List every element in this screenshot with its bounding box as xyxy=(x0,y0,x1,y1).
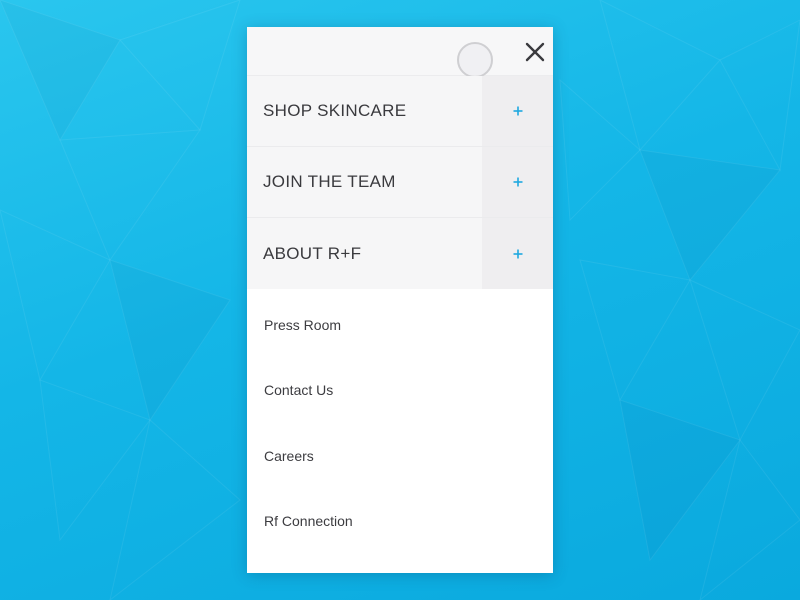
menu-item-join-the-team[interactable]: JOIN THE TEAM xyxy=(247,147,553,218)
menu-item-label: ABOUT R+F xyxy=(263,243,362,263)
menu-item-label: SHOP SKINCARE xyxy=(263,101,407,120)
menu-item-about-rf[interactable]: ABOUT R+F xyxy=(247,218,553,289)
plus-icon xyxy=(513,249,522,258)
menu-item-shop-skincare[interactable]: SHOP SKINCARE xyxy=(247,76,553,147)
touch-indicator xyxy=(457,42,493,78)
expand-about-rf-button[interactable] xyxy=(482,218,553,289)
expand-join-the-team-button[interactable] xyxy=(482,147,553,217)
plus-icon xyxy=(513,106,522,116)
link-contact-us[interactable]: Contact Us xyxy=(264,382,333,398)
menu-item-label: JOIN THE TEAM xyxy=(263,172,396,191)
link-careers[interactable]: Careers xyxy=(264,448,314,464)
close-button[interactable] xyxy=(521,38,549,66)
link-press-room[interactable]: Press Room xyxy=(264,317,341,333)
link-rf-connection[interactable]: Rf Connection xyxy=(264,513,353,529)
expand-shop-skincare-button[interactable] xyxy=(482,76,553,146)
menu-header xyxy=(247,27,553,78)
plus-icon xyxy=(513,177,522,187)
mobile-menu-panel: SHOP SKINCARE JOIN THE TEAM ABOUT R+F Pr… xyxy=(247,27,553,573)
close-icon xyxy=(525,42,545,62)
